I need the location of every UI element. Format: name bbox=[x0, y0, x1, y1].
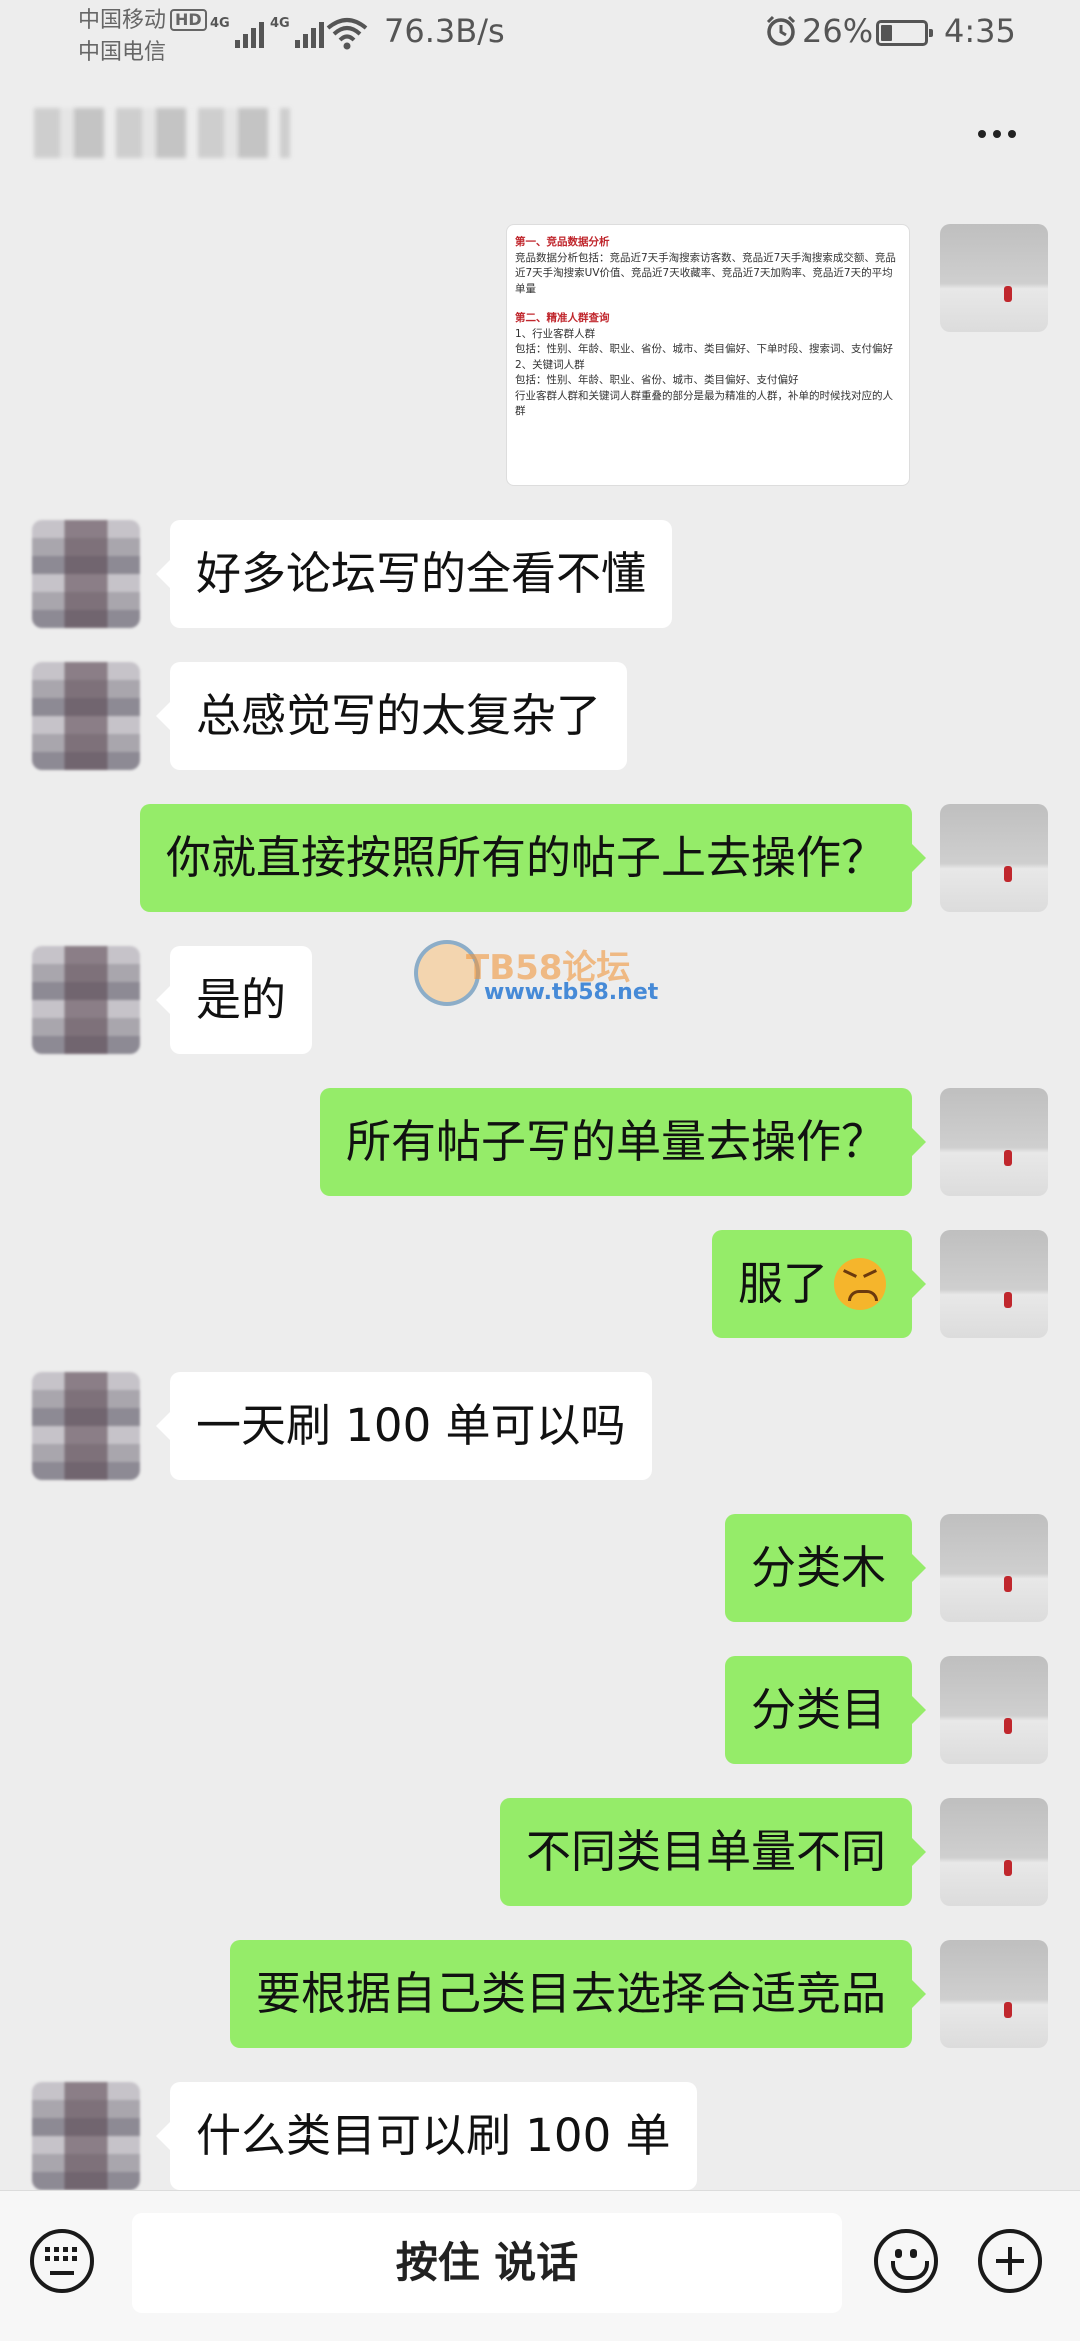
message-bubble[interactable]: 什么类目可以刷 100 单 bbox=[156, 2082, 697, 2190]
net-speed: 76.3B/s bbox=[384, 12, 505, 50]
message-bubble[interactable]: 一天刷 100 单可以吗 bbox=[156, 1372, 652, 1480]
message-bubble[interactable]: 分类目 bbox=[724, 1656, 927, 1764]
peer-avatar[interactable] bbox=[32, 946, 140, 1054]
image-message-document[interactable]: 第一、竞品数据分析 竞品数据分析包括：竞品近7天手淘搜索访客数、竞品近7天手淘搜… bbox=[506, 224, 910, 486]
message-bubble[interactable]: 你就直接按照所有的帖子上去操作？ bbox=[139, 804, 927, 912]
signal-1-icon: 4G bbox=[210, 16, 264, 48]
peer-avatar[interactable] bbox=[32, 1372, 140, 1480]
self-avatar[interactable] bbox=[940, 1514, 1048, 1622]
emoji-icon[interactable] bbox=[874, 2229, 938, 2293]
self-avatar[interactable] bbox=[940, 1940, 1048, 2048]
peer-avatar[interactable] bbox=[32, 520, 140, 628]
self-avatar[interactable] bbox=[940, 1798, 1048, 1906]
doc-line: 包括：性别、年龄、职业、省份、城市、类目偏好、下单时段、搜索词、支付偏好 bbox=[515, 343, 893, 355]
message-bubble[interactable]: 分类木 bbox=[724, 1514, 927, 1622]
more-dots-icon[interactable] bbox=[978, 130, 1016, 138]
self-avatar[interactable] bbox=[940, 1230, 1048, 1338]
message-bubble[interactable]: 所有帖子写的单量去操作？ bbox=[319, 1088, 927, 1196]
signal-2-icon: 4G bbox=[270, 16, 324, 48]
message-bubble[interactable]: 要根据自己类目去选择合适竞品 bbox=[229, 1940, 927, 2048]
network-1-label: 4G bbox=[210, 16, 230, 31]
input-bar: 按住 说话 bbox=[0, 2190, 1080, 2341]
alarm-icon bbox=[766, 15, 796, 46]
message-bubble[interactable]: 不同类目单量不同 bbox=[499, 1798, 927, 1906]
battery-icon bbox=[876, 20, 933, 46]
doc-section2-title: 第二、精准人群查询 bbox=[515, 312, 610, 324]
clock: 4:35 bbox=[944, 12, 1016, 50]
battery-percent: 26% bbox=[802, 12, 874, 50]
wifi-icon bbox=[326, 18, 368, 50]
message-bubble[interactable]: 好多论坛写的全看不懂 bbox=[155, 520, 673, 628]
status-bar: 中国移动 HD 中国电信 4G 4G 76.3B/s 26% 4:35 bbox=[0, 0, 1080, 80]
chat-area[interactable]: 第一、竞品数据分析 竞品数据分析包括：竞品近7天手淘搜索访客数、竞品近7天手淘搜… bbox=[0, 190, 1080, 2190]
self-avatar[interactable] bbox=[940, 224, 1048, 332]
peer-avatar[interactable] bbox=[32, 662, 140, 770]
plus-icon[interactable] bbox=[978, 2229, 1042, 2293]
hd-badge: HD bbox=[170, 9, 207, 31]
self-avatar[interactable] bbox=[940, 1656, 1048, 1764]
peer-avatar[interactable] bbox=[32, 2082, 140, 2190]
hold-to-talk-button[interactable]: 按住 说话 bbox=[132, 2213, 842, 2313]
self-avatar[interactable] bbox=[940, 804, 1048, 912]
network-2-label: 4G bbox=[270, 16, 290, 31]
doc-line: 2、关键词人群 bbox=[515, 358, 585, 371]
keyboard-icon[interactable] bbox=[30, 2229, 94, 2293]
chat-header bbox=[0, 80, 1080, 190]
doc-line: 行业客群人群和关键词人群重叠的部分是最为精准的人群，补单的时候找对应的人群 bbox=[515, 389, 893, 418]
message-bubble[interactable]: 服了 bbox=[711, 1230, 927, 1338]
doc-section1-body: 竞品数据分析包括：竞品近7天手淘搜索访客数、竞品近7天手淘搜索成交额、竞品近7天… bbox=[515, 251, 896, 295]
doc-line: 1、行业客群人群 bbox=[515, 327, 596, 340]
chat-title-blurred bbox=[34, 108, 290, 158]
doc-section1-title: 第一、竞品数据分析 bbox=[515, 236, 610, 248]
persevering-face-icon bbox=[834, 1258, 886, 1310]
message-text: 服了 bbox=[737, 1257, 828, 1310]
message-bubble[interactable]: 是的 bbox=[155, 946, 313, 1054]
self-avatar[interactable] bbox=[940, 1088, 1048, 1196]
carrier-2: 中国电信 bbox=[78, 40, 167, 65]
message-bubble[interactable]: 总感觉写的太复杂了 bbox=[155, 662, 628, 770]
carrier-1: 中国移动 HD bbox=[78, 8, 207, 34]
doc-line: 包括：性别、年龄、职业、省份、城市、类目偏好、支付偏好 bbox=[515, 374, 799, 386]
